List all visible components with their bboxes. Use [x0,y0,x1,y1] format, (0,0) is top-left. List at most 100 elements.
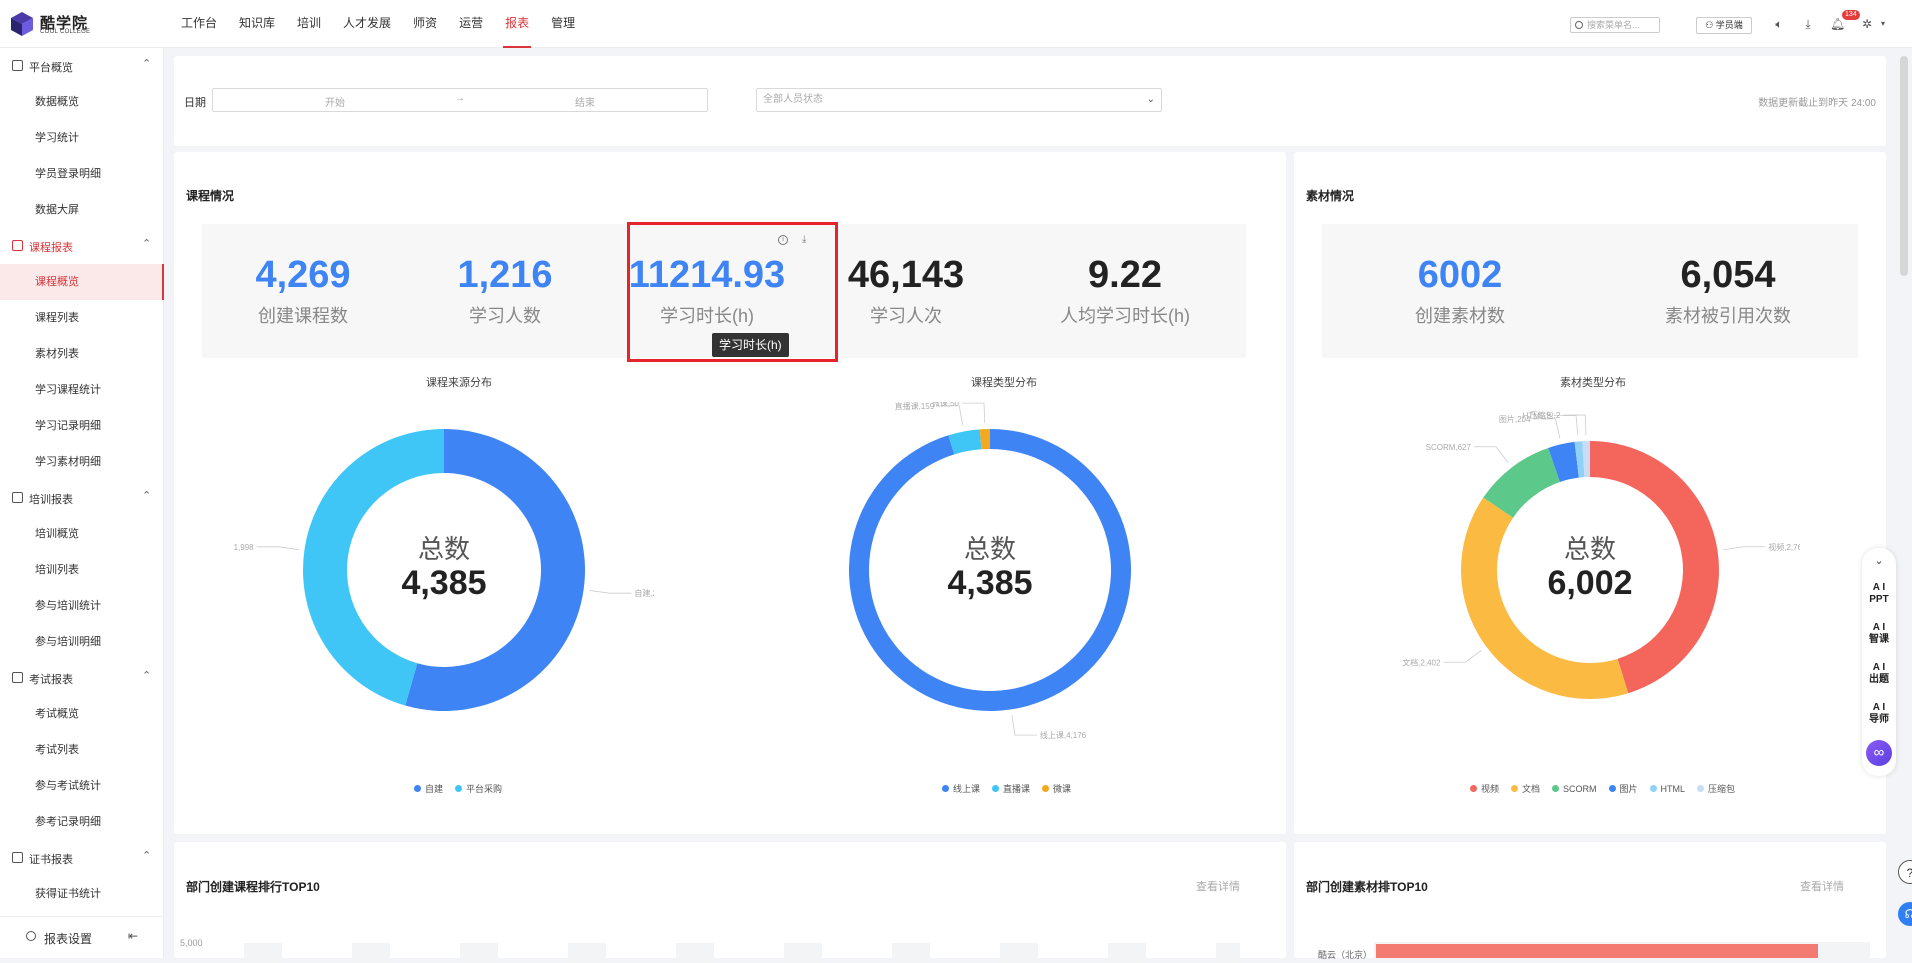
legend-label: 自建 [425,784,444,794]
view-details-link[interactable]: 查看详情 [1800,878,1844,894]
nav-item-0[interactable]: 工作台 [170,0,228,48]
legend-item[interactable]: 自建 [414,782,443,795]
legend-dot [1042,785,1050,792]
legend-item[interactable]: 文档 [1511,782,1540,795]
end-date-input[interactable]: 结束 [575,94,595,109]
ai-button-1[interactable]: A I 智课 [1862,622,1896,646]
legend-type: 线上课 直播课 微课 [942,782,1083,795]
nav-item-2[interactable]: 培训 [286,0,332,48]
legend-label: 图片 [1619,784,1638,794]
legend-label: 直播课 [1003,784,1031,794]
nav-item-1[interactable]: 知识库 [228,0,286,48]
sidebar-group-4[interactable]: 证书报表 ⌃ [0,840,164,876]
page-scrollbar[interactable] [1900,56,1908,276]
legend-item[interactable]: 压缩包 [1697,782,1735,795]
sidebar-item[interactable]: 学员登录明细 [0,156,164,192]
rank-bar-backgrounds [244,943,1244,963]
user-avatar[interactable]: ✲ [1860,17,1874,31]
sidebar-item[interactable]: 数据概览 [0,84,164,120]
material-type-donut: 视频,2,764文档,2,402SCORM,627图片,204HTML,3压缩包… [1402,410,1800,699]
legend-item[interactable]: 线上课 [942,782,980,795]
volume-icon[interactable]: 🔈︎ [1772,17,1786,31]
legend-item[interactable]: 直播课 [992,782,1030,795]
sidebar-group-2[interactable]: 培训报表 ⌃ [0,480,164,516]
update-note: 数据更新截止到昨天 24:00 [1758,98,1876,109]
legend-dot [1552,785,1560,792]
sidebar-item[interactable]: 参考记录明细 [0,804,164,840]
gear-icon [26,931,36,941]
sidebar-item[interactable]: 培训列表 [0,552,164,588]
sidebar-item[interactable]: 学习素材明细 [0,444,164,480]
app-logo[interactable]: 酷学院 COOL COLLEGE [10,10,96,38]
nav-item-7[interactable]: 管理 [540,0,586,48]
legend-item[interactable]: HTML [1649,782,1685,795]
bell-icon[interactable]: 🔔︎ [1830,17,1845,31]
infinity-icon[interactable]: ∞ [1866,740,1892,766]
ai-button-3[interactable]: A I 导师 [1862,702,1896,726]
sidebar-item[interactable]: 数据大屏 [0,192,164,228]
sidebar-group-1[interactable]: 课程报表 ⌃ [0,228,164,264]
legend-item[interactable]: 微课 [1042,782,1071,795]
member-status-select[interactable]: 全部人员状态 ⌄ [756,88,1162,112]
sidebar-item[interactable]: 课程概览 [0,264,164,300]
chart-title-source: 课程来源分布 [426,377,492,389]
legend-item[interactable]: SCORM [1552,782,1597,795]
report-settings[interactable]: 报表设置 ⇤ [0,916,164,958]
date-label: 日期 [184,97,206,109]
sidebar-item[interactable]: 学习统计 [0,120,164,156]
sidebar-item[interactable]: 考试列表 [0,732,164,768]
course-overview-card: 课程情况 4,269 创建课程数 1,216 学习人数 11214.93 学习时长(h) 4… [174,152,1286,834]
sidebar-item[interactable]: 参与培训统计 [0,588,164,624]
chevron-up-icon: ⌃ [142,490,152,502]
slice-label: 微课,50 [932,402,960,408]
legend-item[interactable]: 平台采购 [455,782,502,795]
download-icon[interactable]: ⤓ [802,234,806,245]
sidebar-item[interactable]: 学习课程统计 [0,372,164,408]
customer-service-icon[interactable]: ☊ [1898,902,1912,926]
sidebar-group-label: 课程报表 [29,242,73,254]
date-range-picker[interactable]: 开始 → 结束 [212,88,708,112]
ai-button-2[interactable]: A I 出题 [1862,662,1896,686]
nav-item-6[interactable]: 报表 [494,0,540,48]
view-details-link[interactable]: 查看详情 [1196,878,1240,894]
collapse-chevron-icon[interactable]: ⌄ [1862,554,1896,567]
sidebar-item[interactable]: 培训概览 [0,516,164,552]
download-icon[interactable]: ⤓ [1801,17,1815,31]
help-icon[interactable]: ? [1898,860,1912,884]
slice-微课[interactable] [979,429,990,450]
legend-label: 微课 [1053,784,1072,794]
ai-button-0[interactable]: A I PPT [1862,582,1896,606]
start-date-input[interactable]: 开始 [325,94,345,109]
sidebar-item[interactable]: 考试概览 [0,696,164,732]
range-arrow: → [455,93,465,104]
nav-item-4[interactable]: 师资 [402,0,448,48]
legend-dot [1470,785,1477,792]
legend-item[interactable]: 视频 [1470,782,1499,795]
sidebar-group-3[interactable]: 考试报表 ⌃ [0,660,164,696]
report-icon [12,240,23,251]
donut-total-label: 总数 [418,534,470,564]
sidebar-item[interactable]: 课程列表 [0,300,164,336]
axis-tick-label: 5,000 [180,938,203,948]
info-icon[interactable]: i [778,235,788,245]
legend-dot [414,785,421,792]
slice-直播课[interactable] [948,429,982,455]
collapse-menu-icon[interactable]: ⇤ [128,929,138,943]
sidebar-item[interactable]: 参与培训明细 [0,624,164,660]
nav-item-5[interactable]: 运营 [448,0,494,48]
chevron-down-icon[interactable]: ▾ [1876,17,1890,31]
stat-0: 4,269 创建课程数 [202,224,404,358]
dept-material-rank-card: 部门创建素材排TOP10 查看详情 酷云（北京） [1294,842,1886,960]
sidebar-item[interactable]: 参与考试统计 [0,768,164,804]
sidebar-group-0[interactable]: 平台概览 ⌃ [0,48,164,84]
sidebar-item[interactable]: 素材列表 [0,336,164,372]
main-nav: 工作台 知识库 培训 人才发展 师资 运营 报表 管理 [170,0,586,48]
sidebar-item[interactable]: 获得证书统计 [0,876,164,912]
filter-bar: 日期 开始 → 结束 全部人员状态 ⌄ 数据更新截止到昨天 24:00 [174,56,1886,146]
slice-label: 直播课,159 [895,402,935,411]
menu-search-input[interactable]: 搜索菜单名... [1570,17,1660,33]
legend-item[interactable]: 图片 [1608,782,1638,795]
sidebar-item[interactable]: 学习记录明细 [0,408,164,444]
learner-portal-button[interactable]: ⚇ 学员端 [1696,17,1752,34]
nav-item-3[interactable]: 人才发展 [332,0,402,48]
